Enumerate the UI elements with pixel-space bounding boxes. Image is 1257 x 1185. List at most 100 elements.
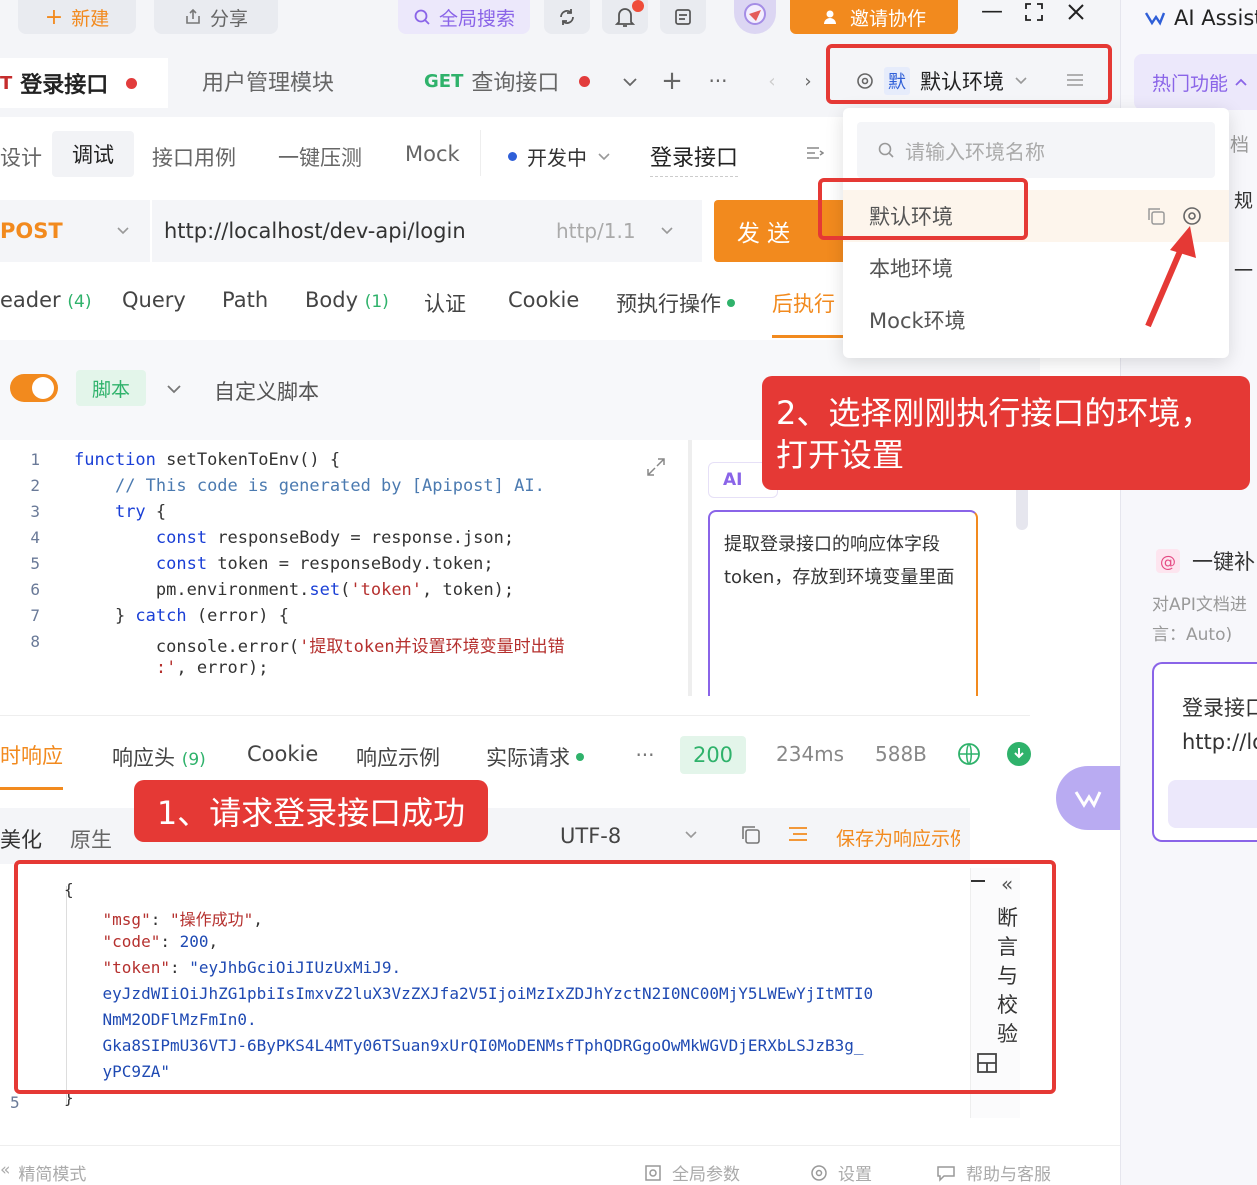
close-icon[interactable]	[1062, 0, 1090, 24]
globe-icon[interactable]	[957, 742, 981, 766]
settings-button[interactable]: 设置	[810, 1160, 872, 1185]
status-code-badge: 200	[680, 736, 746, 774]
invite-button[interactable]: 邀请协作	[790, 0, 958, 34]
hot-features-toggle[interactable]: 热门功能	[1134, 54, 1257, 110]
code-line: 5 const token = responseBody.token;	[0, 554, 493, 574]
response-tab-actual-request[interactable]: 实际请求	[486, 742, 584, 772]
minimize-icon[interactable]: —	[978, 0, 1006, 24]
param-tab-header[interactable]: eader (4)	[0, 288, 91, 312]
code-line: 8 console.error('提取token并设置环境变量时出错	[0, 632, 564, 657]
script-toggle[interactable]	[10, 374, 58, 402]
param-tab-auth[interactable]: 认证	[424, 288, 466, 318]
response-tab-realtime[interactable]: 时响应	[0, 740, 63, 790]
feature-snippet: 规	[1234, 190, 1254, 212]
ai-card-title: 登录接口	[1182, 696, 1257, 720]
tab-login[interactable]: T 登录接口	[0, 58, 168, 108]
param-tab-post-script[interactable]: 后执行	[772, 288, 843, 338]
divider	[480, 130, 481, 176]
scroll-right-icon[interactable]: ›	[798, 68, 818, 94]
param-tab-body[interactable]: Body (1)	[305, 288, 389, 312]
maximize-icon[interactable]	[1020, 0, 1048, 24]
collapse-left-icon: «	[0, 1160, 11, 1180]
tab-label: 登录接口	[20, 73, 109, 98]
code-line: 2 // This code is generated by [Apipost]…	[0, 476, 545, 496]
encoding-select[interactable]: UTF-8	[560, 824, 621, 848]
help-button[interactable]: 帮助与客服	[936, 1160, 1051, 1185]
active-dot	[576, 753, 584, 761]
subtab-design[interactable]: 设计	[0, 142, 42, 172]
status-dot	[508, 152, 517, 161]
line-number: 1	[30, 450, 40, 469]
response-tab-cookie[interactable]: Cookie	[247, 742, 318, 766]
param-tab-cookie[interactable]: Cookie	[508, 288, 579, 312]
subtab-stress-test[interactable]: 一键压测	[278, 142, 362, 172]
expand-icon[interactable]	[644, 455, 668, 479]
ai-float-button[interactable]	[1056, 766, 1120, 830]
response-tab-headers[interactable]: 响应头 (9)	[112, 742, 206, 772]
share-icon	[186, 8, 200, 24]
more-icon[interactable]: ···	[704, 66, 732, 96]
method-select[interactable]: POST	[0, 200, 150, 262]
copy-icon[interactable]	[740, 824, 762, 846]
url-input[interactable]: http://localhost/dev-api/login http/1.1	[150, 200, 702, 262]
tab-label: 用户管理模块	[202, 71, 335, 96]
format-icon[interactable]	[788, 826, 808, 844]
code-line: 1 function setTokenToEnv() {	[0, 450, 340, 470]
code-line: 6 pm.environment.set('token', token);	[0, 580, 514, 600]
subtab-debug[interactable]: 调试	[52, 131, 134, 177]
scroll-left-icon[interactable]: ‹	[762, 68, 782, 94]
beautify-tab[interactable]: 美化	[0, 824, 42, 854]
code-text: // This code is generated by [Apipost] A…	[114, 476, 545, 496]
code-editor[interactable]: 1 function setTokenToEnv() { 2 // This cod…	[0, 440, 682, 696]
param-tab-query[interactable]: Query	[122, 288, 186, 312]
tab-query[interactable]: GET 查询接口	[424, 58, 591, 104]
notification-button[interactable]	[602, 0, 648, 34]
script-type-badge[interactable]: 脚本	[76, 370, 146, 406]
param-tab-path[interactable]: Path	[222, 288, 268, 312]
ai-card[interactable]: 登录接口 http://lo	[1152, 662, 1257, 842]
simple-mode-button[interactable]: « 精简模式	[0, 1160, 86, 1185]
api-name[interactable]: 登录接口	[650, 140, 739, 177]
docs-button[interactable]	[660, 0, 706, 34]
new-button[interactable]: + 新建	[18, 0, 136, 34]
annotation-box-response	[14, 860, 1056, 1094]
sync-button[interactable]	[544, 0, 590, 34]
one-click-button[interactable]: @ 一键补	[1156, 546, 1255, 576]
status-select[interactable]: 开发中	[508, 142, 611, 171]
subtab-cases[interactable]: 接口用例	[152, 142, 236, 172]
global-params-button[interactable]: 全局参数	[644, 1160, 740, 1185]
line-number: 5	[30, 554, 40, 573]
tab-user-module[interactable]: 用户管理模块	[202, 58, 334, 104]
code-line: 3 try {	[0, 502, 166, 522]
chevron-down-icon	[598, 152, 610, 160]
line-number: 7	[30, 606, 40, 625]
add-tab-icon[interactable]: +	[660, 66, 684, 96]
plus-icon: +	[44, 4, 64, 30]
param-tab-pre-script[interactable]: 预执行操作	[616, 288, 735, 318]
download-icon[interactable]	[1007, 742, 1031, 766]
response-tab-examples[interactable]: 响应示例	[356, 742, 440, 772]
code-line: :', error);	[0, 658, 269, 678]
protocol-select[interactable]: http/1.1	[556, 219, 636, 243]
ai-card-button[interactable]	[1168, 780, 1257, 828]
more-icon[interactable]: ···	[632, 742, 658, 768]
unsaved-dot	[126, 77, 138, 89]
chevron-down-icon[interactable]	[618, 68, 642, 96]
divider	[688, 440, 692, 696]
raw-tab[interactable]: 原生	[70, 824, 112, 854]
response-size: 588B	[875, 742, 927, 766]
one-click-desc: 言：Auto)	[1152, 625, 1233, 645]
code-text: const responseBody = response.json;	[155, 528, 515, 548]
subtab-mock[interactable]: Mock	[405, 142, 460, 166]
ai-prompt-input[interactable]: 提取登录接口的响应体字段token，存放到环境变量里面	[708, 510, 978, 696]
chevron-down-icon[interactable]	[166, 384, 182, 394]
line-number: 2	[30, 476, 40, 495]
save-as-example-button[interactable]: 保存为响应示例	[836, 824, 960, 851]
tab-label: 查询接口	[471, 71, 560, 96]
share-button[interactable]: 分享	[154, 0, 278, 34]
collapse-icon[interactable]	[804, 142, 826, 164]
avatar[interactable]	[734, 0, 776, 34]
code-text: } catch (error) {	[74, 606, 289, 626]
global-search-button[interactable]: 全局搜索	[398, 0, 530, 34]
env-search-input[interactable]: 请输入环境名称	[857, 122, 1215, 178]
